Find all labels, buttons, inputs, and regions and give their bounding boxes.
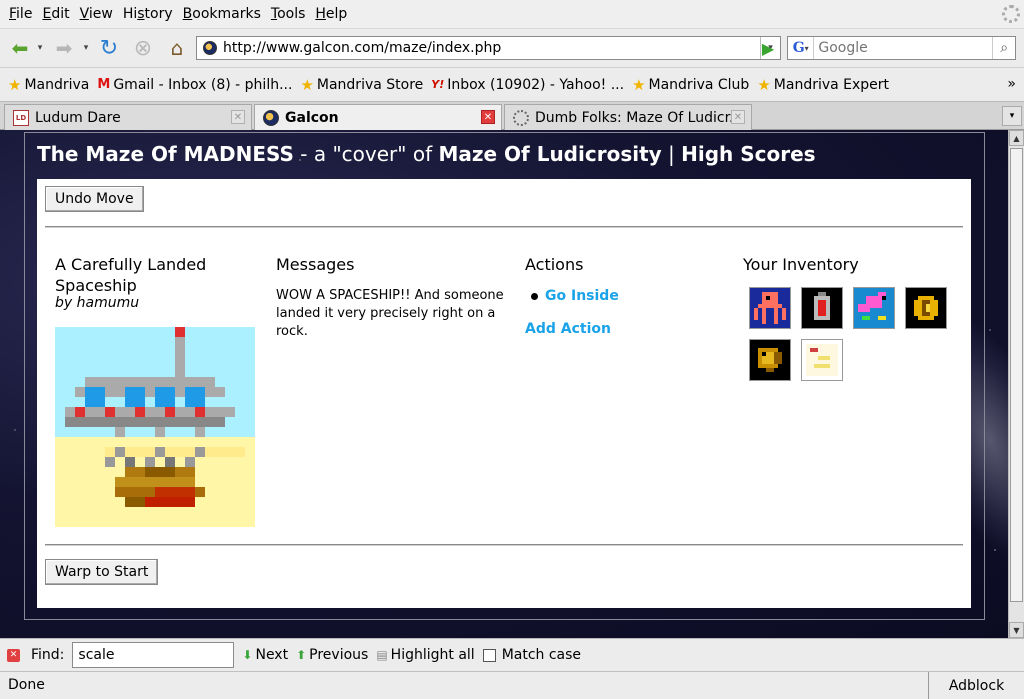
tab-close-icon[interactable]: ✕ bbox=[481, 110, 495, 124]
bookmark-gmail[interactable]: M Gmail - Inbox (8) - philh... bbox=[97, 77, 292, 93]
menu-tools[interactable]: Tools bbox=[266, 6, 311, 22]
vertical-scrollbar[interactable]: ▲ ▼ bbox=[1008, 130, 1024, 638]
inventory-heading: Your Inventory bbox=[743, 255, 859, 274]
back-history-dropdown[interactable]: ▾ bbox=[34, 35, 46, 61]
forward-arrow-icon[interactable]: ➡ bbox=[50, 35, 78, 61]
bookmark-mandriva[interactable]: ★ Mandriva bbox=[8, 76, 89, 94]
gmail-icon: M bbox=[97, 77, 111, 92]
match-case-checkbox[interactable]: Match case bbox=[482, 647, 581, 663]
highlight-all-button[interactable]: ▤ Highlight all bbox=[376, 647, 474, 663]
undo-move-button[interactable]: Undo Move bbox=[45, 186, 144, 212]
find-close-icon[interactable]: ✕ bbox=[7, 648, 20, 662]
find-previous-button[interactable]: ⬆ Previous bbox=[296, 647, 368, 663]
maze-panel: Undo Move A Carefully Landed Spaceship b… bbox=[37, 179, 971, 608]
url-bar[interactable]: http://www.galcon.com/maze/index.php ▾ bbox=[196, 36, 781, 60]
note-icon[interactable] bbox=[801, 339, 843, 381]
menu-bookmarks[interactable]: Bookmarks bbox=[178, 6, 266, 22]
menu-history[interactable]: History bbox=[118, 6, 178, 22]
bookmark-mandriva-expert[interactable]: ★ Mandriva Expert bbox=[757, 76, 889, 94]
up-arrow-icon: ⬆ bbox=[296, 648, 307, 662]
site-favicon-icon bbox=[203, 41, 217, 55]
spaceship-room-image bbox=[55, 327, 255, 527]
find-label: Find: bbox=[31, 647, 65, 663]
bookmark-mandriva-club[interactable]: ★ Mandriva Club bbox=[632, 76, 749, 94]
go-inside-link[interactable]: Go Inside bbox=[545, 288, 619, 304]
star-icon: ★ bbox=[300, 75, 314, 94]
tab-close-icon[interactable]: ✕ bbox=[731, 110, 745, 124]
back-arrow-icon[interactable]: ⬅ bbox=[6, 35, 34, 61]
scroll-thumb[interactable] bbox=[1010, 148, 1023, 602]
add-action-link[interactable]: Add Action bbox=[525, 321, 611, 337]
page-content: The Maze Of MADNESS - a "cover" of Maze … bbox=[0, 130, 1008, 638]
search-magnifier-icon[interactable]: ⌕ bbox=[992, 37, 1015, 59]
golden-fish-icon[interactable] bbox=[749, 339, 791, 381]
search-input[interactable] bbox=[814, 40, 993, 56]
find-next-button[interactable]: ⬇ Next bbox=[242, 647, 288, 663]
battery-icon[interactable] bbox=[801, 287, 843, 329]
star-icon: ★ bbox=[632, 75, 646, 94]
tab-dumb-folks[interactable]: Dumb Folks: Maze Of Ludicr... ✕ bbox=[504, 104, 752, 130]
bookmark-mandriva-store[interactable]: ★ Mandriva Store bbox=[300, 76, 423, 94]
reload-icon[interactable]: ↻ bbox=[96, 35, 122, 61]
page-title: The Maze Of MADNESS - a "cover" of Maze … bbox=[37, 142, 816, 166]
yahoo-icon: Y! bbox=[431, 78, 445, 91]
checkbox-icon[interactable] bbox=[482, 648, 496, 662]
menu-file[interactable]: File bbox=[4, 6, 37, 22]
messages-heading: Messages bbox=[276, 255, 355, 274]
status-text: Done bbox=[8, 677, 45, 693]
scroll-down-icon[interactable]: ▼ bbox=[1009, 622, 1024, 638]
star-icon: ★ bbox=[8, 75, 22, 94]
down-arrow-icon: ⬇ bbox=[242, 648, 253, 662]
galcon-favicon-icon bbox=[263, 110, 279, 126]
bookmarks-overflow-chevron[interactable]: » bbox=[1007, 76, 1016, 92]
pink-creature-icon[interactable] bbox=[853, 287, 895, 329]
room-byline: by hamumu bbox=[55, 295, 140, 311]
home-icon[interactable]: ⌂ bbox=[164, 35, 190, 61]
search-bar[interactable]: G▾ ⌕ bbox=[787, 36, 1016, 60]
room-message: WOW A SPACESHIP!! And someone landed it … bbox=[276, 288, 504, 339]
tab-galcon[interactable]: Galcon ✕ bbox=[254, 104, 502, 131]
tab-close-icon[interactable]: ✕ bbox=[231, 110, 245, 124]
forward-history-dropdown[interactable]: ▾ bbox=[80, 35, 92, 61]
divider-bottom bbox=[45, 544, 963, 546]
bookmarks-toolbar: ★ Mandriva M Gmail - Inbox (8) - philh... … bbox=[0, 67, 1024, 101]
menu-view[interactable]: View bbox=[75, 6, 118, 22]
scroll-up-icon[interactable]: ▲ bbox=[1009, 130, 1024, 146]
actions-heading: Actions bbox=[525, 255, 584, 274]
find-input[interactable] bbox=[72, 642, 235, 668]
tab-bar: LD Ludum Dare ✕ Galcon ✕ Dumb Folks: Maz… bbox=[0, 101, 1024, 131]
highlight-icon: ▤ bbox=[376, 648, 388, 662]
loading-favicon-icon bbox=[513, 109, 529, 126]
bookmark-yahoo-inbox[interactable]: Y! Inbox (10902) - Yahoo! ... bbox=[431, 77, 624, 93]
warp-to-start-button[interactable]: Warp to Start bbox=[45, 559, 159, 585]
google-engine-icon[interactable]: G ▾ bbox=[788, 37, 815, 59]
octopus-icon[interactable] bbox=[749, 287, 791, 329]
menu-help[interactable]: Help bbox=[310, 6, 352, 22]
throbber-icon bbox=[1002, 5, 1020, 23]
status-bar: Done Adblock bbox=[0, 671, 1024, 699]
find-bar: ✕ Find: ⬇Next ⬆Previous ▤Highlight all M… bbox=[0, 638, 1024, 671]
bullet-icon bbox=[531, 293, 538, 300]
menu-bar: File Edit View History Bookmarks Tools H… bbox=[0, 0, 1024, 28]
gold-coin-icon[interactable] bbox=[905, 287, 947, 329]
menu-edit[interactable]: Edit bbox=[37, 6, 74, 22]
room-title: A Carefully Landed Spaceship bbox=[55, 255, 207, 295]
go-arrow-icon[interactable]: ▶ bbox=[757, 39, 779, 58]
tab-ludum-dare[interactable]: LD Ludum Dare ✕ bbox=[4, 104, 252, 130]
star-icon: ★ bbox=[757, 75, 771, 94]
stop-icon[interactable]: ⊗ bbox=[130, 35, 156, 61]
url-text[interactable]: http://www.galcon.com/maze/index.php bbox=[223, 40, 760, 56]
divider-top bbox=[45, 226, 963, 228]
adblock-button[interactable]: Adblock bbox=[928, 672, 1024, 699]
tab-list-dropdown[interactable]: ▾ bbox=[1002, 106, 1022, 126]
high-scores-link[interactable]: High Scores bbox=[681, 142, 815, 166]
ludum-dare-favicon-icon: LD bbox=[13, 109, 29, 126]
